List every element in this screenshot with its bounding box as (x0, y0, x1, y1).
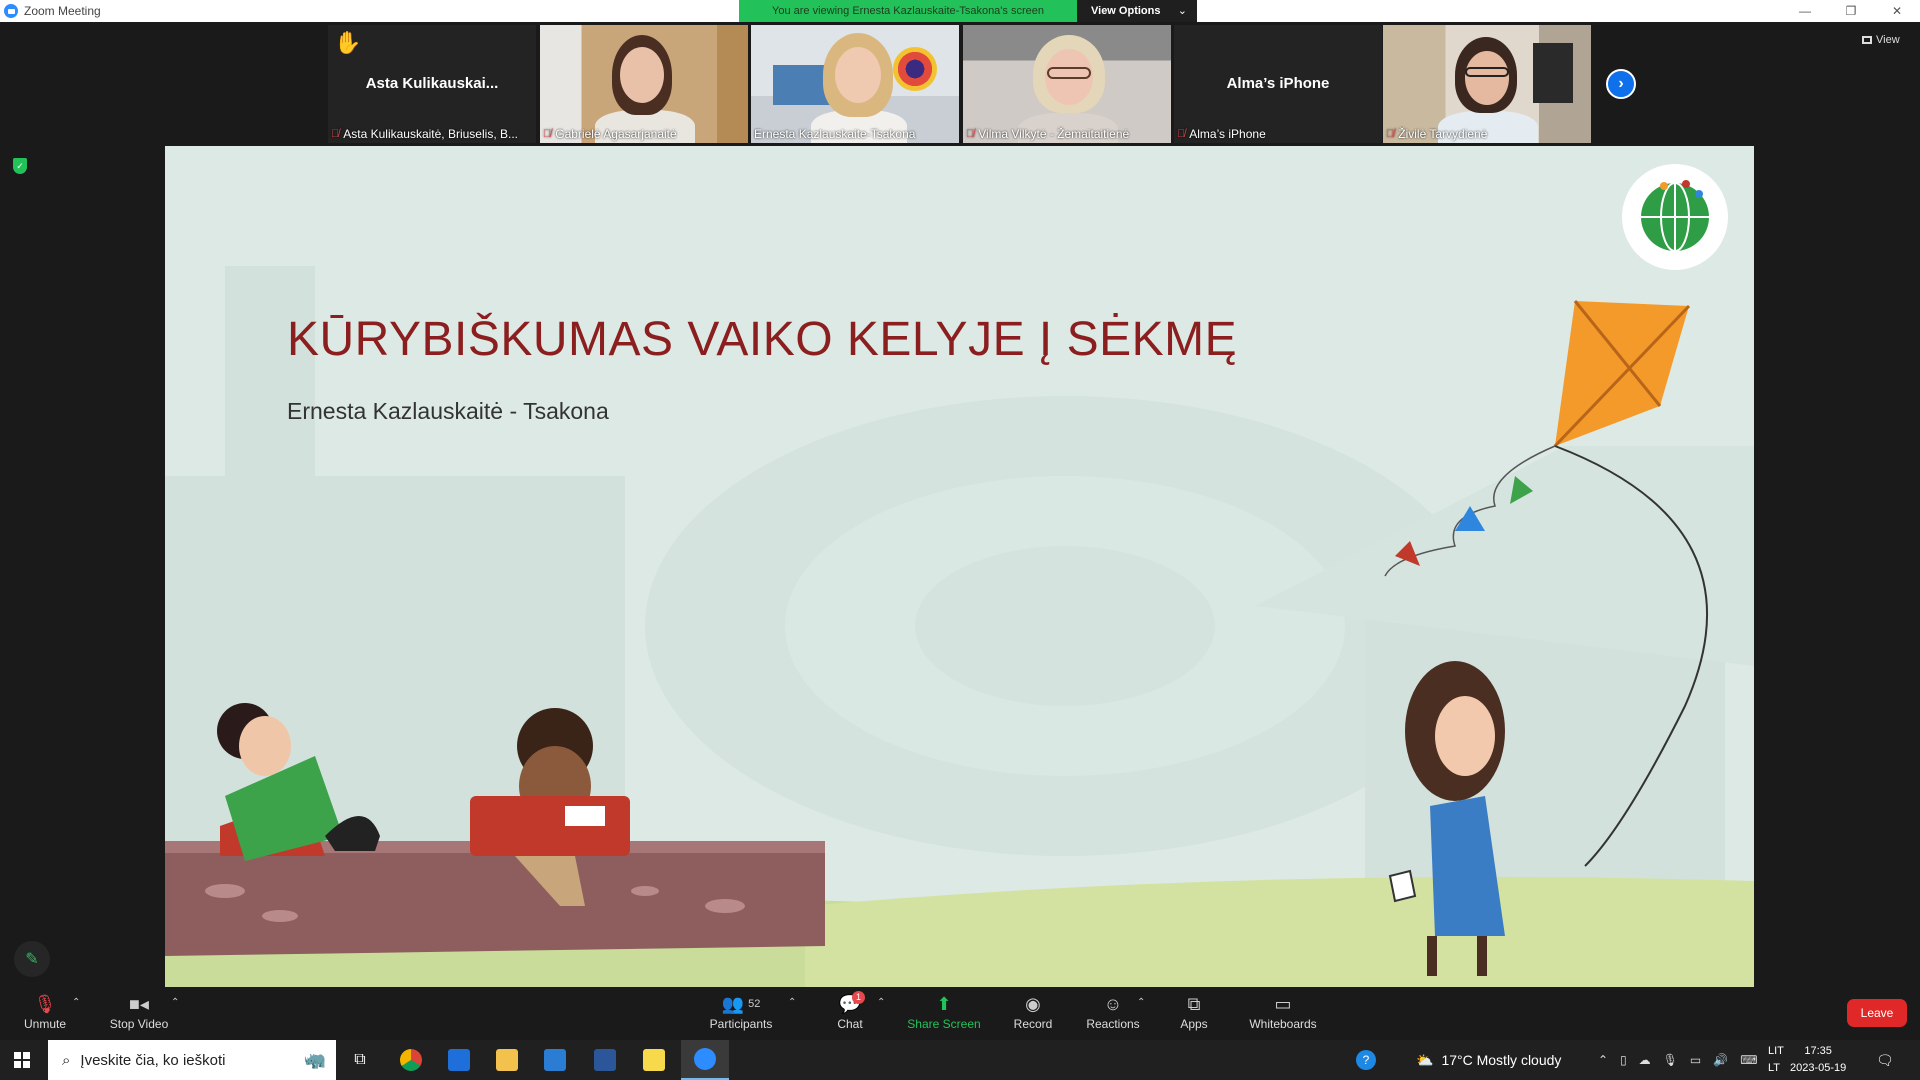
windows-start-icon[interactable] (14, 1052, 30, 1068)
participant-name: Alma’s iPhone (1189, 127, 1266, 141)
file-explorer-icon[interactable] (483, 1040, 531, 1080)
next-page-button[interactable]: › (1606, 69, 1636, 99)
minimize-button[interactable]: — (1782, 0, 1828, 22)
pencil-icon: ✎ (25, 951, 39, 968)
reactions-button[interactable]: ☺ Reactions (1085, 991, 1141, 1032)
zoom-taskbar-icon[interactable] (681, 1040, 729, 1080)
notifications-icon[interactable]: 🗨 (1876, 1040, 1894, 1080)
view-options-button[interactable]: View Options ⌄ (1077, 0, 1197, 22)
help-icon[interactable]: ? (1356, 1040, 1376, 1080)
zoom-logo-icon (4, 4, 18, 18)
video-tile-alma[interactable]: Alma’s iPhone 🎙̸ Alma’s iPhone (1174, 25, 1382, 143)
video-camera-icon: ■◂ (129, 993, 149, 1014)
cloudy-weather-icon: ⛅ (1416, 1051, 1434, 1068)
slide-title: KŪRYBIŠKUMAS VAIKO KELYJE Į SĖKMĘ (287, 313, 1238, 366)
share-screen-icon: ⬆ (936, 993, 952, 1014)
participants-icon: 👥 52 (721, 993, 761, 1014)
apps-icon: ⧉ (1187, 993, 1201, 1014)
sticky-notes-icon[interactable] (630, 1040, 678, 1080)
participant-name: Vilma Vilkytė - Žemaitaitienė (978, 127, 1130, 141)
word-icon[interactable] (581, 1040, 629, 1080)
task-view-icon[interactable]: ⧉ (336, 1040, 384, 1080)
shared-screen-slide: KŪRYBIŠKUMAS VAIKO KELYJE Į SĖKMĘ Ernest… (165, 146, 1754, 987)
participant-name: Živilė Tarvydienė (1398, 127, 1488, 141)
video-tile-asta[interactable]: ✋ Asta Kulikauskai... 🎙̸ Asta Kulikauskai… (328, 25, 536, 143)
tile-big-name: Alma’s iPhone (1226, 75, 1330, 92)
viewing-message: You are viewing Ernesta Kazlauskaite-Tsa… (739, 0, 1077, 22)
tile-big-name: Asta Kulikauskai... (365, 75, 499, 92)
video-tile-gabriele[interactable]: 🎙̸ Gabrielė Agasarjanaitė (540, 25, 748, 143)
chevron-up-icon: ⌃ (171, 997, 180, 1008)
school-logo (1622, 164, 1728, 270)
muted-mic-icon: 🎙̸ (1386, 128, 1395, 140)
rhino-search-highlight-icon: 🦏 (303, 1049, 326, 1070)
stop-video-button[interactable]: ■◂ Stop Video (106, 991, 172, 1032)
video-tile-ernesta[interactable]: Ernesta Kazlauskaite-Tsakona (751, 25, 959, 143)
battery-icon: ▭ (1689, 1053, 1702, 1067)
apps-button[interactable]: ⧉ Apps (1178, 991, 1210, 1032)
chat-icon: 💬 1 (830, 991, 870, 1017)
participant-name: Gabrielė Agasarjanaitė (555, 127, 677, 141)
raised-hand-icon: ✋ (334, 30, 362, 55)
chat-unread-badge: 1 (852, 991, 866, 1004)
window-title: Zoom Meeting (24, 4, 101, 18)
muted-mic-icon: 🎙̸ (1177, 128, 1186, 140)
meeting-toolbar: 🎙 Unmute ⌃ ■◂ Stop Video ⌃ 👥 52 Participa… (0, 987, 1920, 1040)
whiteboard-icon: ▭ (1274, 993, 1292, 1014)
search-icon: ⌕ (62, 1051, 71, 1069)
video-tile-zivile[interactable]: 🎙̸ Živilė Tarvydienė (1383, 25, 1591, 143)
volume-icon: 🔊 (1713, 1053, 1729, 1067)
microphone-icon: 🎙 (1662, 1053, 1678, 1067)
chevron-right-icon: › (1618, 75, 1624, 92)
screen-share-banner: You are viewing Ernesta Kazlauskaite-Tsa… (739, 0, 1197, 22)
chevron-up-icon: ⌃ (72, 997, 81, 1008)
chevron-up-icon: ⌃ (788, 997, 797, 1008)
record-icon: ◉ (1025, 993, 1041, 1014)
device-icon: ▯ (1620, 1053, 1627, 1067)
muted-mic-icon: 🎙 (33, 993, 57, 1014)
leave-button[interactable]: Leave (1847, 999, 1907, 1027)
grid-icon (1862, 36, 1872, 44)
search-placeholder: Įveskite čia, ko ieškoti (80, 1051, 226, 1069)
input-language[interactable]: LIT LT (1768, 1043, 1784, 1077)
slide-subtitle: Ernesta Kazlauskaitė - Tsakona (287, 398, 609, 424)
chevron-up-icon: ⌃ (1137, 997, 1146, 1008)
weather-widget[interactable]: ⛅ 17°C Mostly cloudy (1416, 1040, 1561, 1080)
chevron-down-icon: ⌄ (1177, 5, 1187, 17)
chrome-icon[interactable] (387, 1040, 435, 1080)
chevron-up-icon: ⌃ (1598, 1053, 1609, 1067)
reactions-smiley-icon: ☺ (1103, 993, 1123, 1014)
slide-illustration (165, 266, 1754, 987)
cloud-icon: ☁ (1638, 1053, 1651, 1067)
view-button[interactable]: View (1862, 34, 1900, 46)
chat-button[interactable]: 💬 1 Chat (830, 991, 870, 1031)
mail-icon[interactable] (531, 1040, 579, 1080)
muted-mic-icon: 🎙̸ (966, 128, 975, 140)
muted-mic-icon: 🎙̸ (331, 128, 340, 140)
taskbar-clock[interactable]: 17:35 2023-05-19 (1790, 1043, 1846, 1077)
participant-name: Asta Kulikauskaitė, Briuselis, B... (343, 127, 518, 141)
taskbar-search-box[interactable]: ⌕ Įveskite čia, ko ieškoti 🦏 (48, 1040, 336, 1080)
restore-button[interactable]: ❐ (1828, 0, 1874, 22)
whiteboards-button[interactable]: ▭ Whiteboards (1248, 991, 1318, 1032)
record-button[interactable]: ◉ Record (1009, 991, 1057, 1032)
unmute-button[interactable]: 🎙 Unmute (22, 991, 68, 1032)
chevron-up-icon: ⌃ (877, 997, 886, 1008)
participants-button[interactable]: 👥 52 Participants (707, 991, 775, 1032)
store-icon[interactable] (435, 1040, 483, 1080)
share-screen-button[interactable]: ⬆ Share Screen (906, 991, 982, 1032)
system-tray[interactable]: ⌃ ▯ ☁ 🎙 ▭ 🔊 ⌨ (1598, 1040, 1758, 1080)
muted-mic-icon: 🎙̸ (543, 128, 552, 140)
participant-name: Ernesta Kazlauskaite-Tsakona (754, 127, 916, 141)
close-button[interactable]: ✕ (1874, 0, 1920, 22)
annotate-pencil-button[interactable]: ✎ (14, 941, 50, 977)
windows-taskbar: ⌕ Įveskite čia, ko ieškoti 🦏 ⧉ ? ⛅ 17°C … (0, 1040, 1920, 1080)
video-tile-vilma[interactable]: 🎙̸ Vilma Vilkytė - Žemaitaitienė (963, 25, 1171, 143)
network-icon: ⌨ (1740, 1053, 1758, 1067)
security-shield-icon[interactable]: ✓ (13, 158, 27, 174)
